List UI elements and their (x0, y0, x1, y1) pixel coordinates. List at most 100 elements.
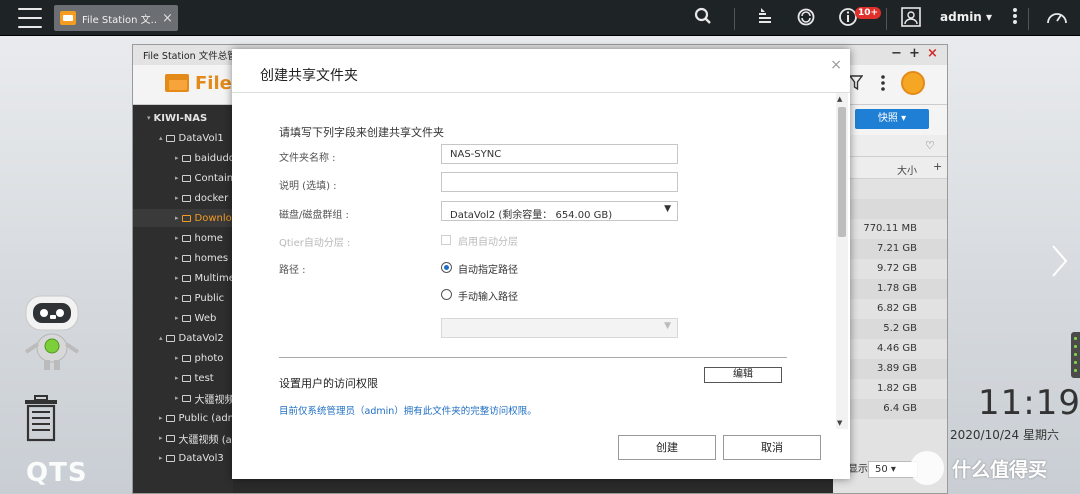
close-window-icon[interactable]: × (927, 46, 938, 61)
taskbar-tab-title: File Station 文... (82, 14, 158, 26)
manual-path-select[interactable]: ▼ (441, 318, 678, 338)
close-dialog-icon[interactable]: × (830, 57, 842, 73)
scroll-up-icon[interactable]: ▲ (837, 95, 842, 103)
folder-icon (181, 234, 191, 242)
table-row[interactable]: 3.89 GB (833, 359, 947, 379)
folder-name-input[interactable]: NAS-SYNC (441, 144, 678, 164)
tree-node[interactable]: ▸ baidudo (175, 149, 235, 167)
expand-arrow-icon: ▸ (175, 194, 179, 202)
tree-node[interactable]: ▸ docker (175, 189, 228, 207)
permission-section-title: 设置用户的访问权限 (279, 377, 378, 390)
shared-folder-icon (165, 434, 175, 442)
search-icon[interactable] (692, 7, 714, 29)
watermark-text: 什么值得买 (952, 459, 1048, 481)
cancel-button[interactable]: 取消 (723, 435, 821, 460)
edit-permission-button[interactable]: 编辑 (704, 367, 782, 383)
expand-arrow-icon: ▸ (159, 434, 163, 442)
page-size-label: 显示 (848, 464, 868, 475)
tree-node[interactable]: ▸ 大疆视频 (ad (159, 429, 238, 447)
user-menu[interactable]: admin ▾ (940, 10, 992, 24)
minimize-icon[interactable]: − (891, 46, 902, 61)
tree-node[interactable]: ▸ photo (175, 349, 223, 367)
favorite-icon[interactable]: ♡ (925, 139, 935, 152)
more-options-icon[interactable] (881, 75, 885, 95)
trash-icon[interactable] (22, 394, 60, 442)
table-row[interactable]: 7.21 GB (833, 239, 947, 259)
next-desktop-icon[interactable] (1050, 244, 1068, 278)
desktop-clock: 11:19 (978, 383, 1080, 423)
maximize-icon[interactable]: + (909, 46, 920, 61)
table-row[interactable] (833, 179, 947, 199)
tree-node[interactable]: ▸ Web (175, 309, 216, 327)
dialog-intro: 请填写下列字段来创建共享文件夹 (279, 126, 444, 139)
table-row[interactable]: 6.4 GB (833, 399, 947, 419)
create-button[interactable]: 创建 (618, 435, 716, 460)
scroll-thumb[interactable] (838, 107, 846, 237)
filter-icon[interactable] (848, 75, 864, 95)
expand-arrow-icon: ▸ (175, 354, 179, 362)
expand-arrow-icon: ▸ (175, 274, 179, 282)
volume-icon (165, 134, 175, 142)
path-auto-radio[interactable] (441, 262, 452, 273)
background-tasks-icon[interactable] (754, 7, 776, 29)
folder-icon (181, 214, 191, 222)
size-column-header[interactable]: 大小 (897, 162, 917, 177)
dialog-divider (232, 92, 850, 93)
tree-node[interactable]: ▸ test (175, 369, 214, 387)
table-row[interactable] (833, 199, 947, 219)
folder-icon (181, 354, 191, 362)
tree-node[interactable]: ▾ KIWI-NAS (147, 109, 207, 127)
folder-icon (181, 394, 191, 402)
dialog-scrollbar[interactable]: ▲ ▼ (836, 93, 848, 429)
table-row[interactable]: 770.11 MB (833, 219, 947, 239)
tree-node[interactable]: ▸ 大疆视频 (175, 389, 235, 407)
table-row[interactable]: 6.82 GB (833, 299, 947, 319)
table-row[interactable]: 1.82 GB (833, 379, 947, 399)
tree-node[interactable]: ▸ home (175, 229, 223, 247)
sync-icon[interactable] (795, 7, 817, 29)
expand-arrow-icon: ▸ (175, 254, 179, 262)
smart-file-filter-icon[interactable] (901, 71, 925, 95)
disk-select[interactable]: DataVol2 (剩余容量： 654.00 GB) ▼ (441, 201, 678, 221)
dashboard-icon[interactable] (1046, 7, 1068, 29)
tree-node[interactable]: ▴ DataVol1 (159, 129, 224, 147)
path-label: 路径 : (279, 265, 306, 276)
table-row[interactable]: 9.72 GB (833, 259, 947, 279)
section-divider (279, 357, 787, 358)
close-tab-icon[interactable]: × (162, 11, 173, 26)
user-avatar-icon[interactable] (900, 7, 922, 29)
taskbar-tab-filestation[interactable]: File Station 文... × (54, 5, 178, 31)
qtier-checkbox-label: 启用自动分层 (458, 237, 518, 248)
tree-node[interactable]: ▸ Public (175, 289, 224, 307)
tree-node[interactable]: ▸ Multime (175, 269, 235, 287)
tree-node[interactable]: ▸ homes (175, 249, 228, 267)
dropdown-caret-icon: ▼ (664, 321, 671, 331)
collapse-arrow-icon: ▾ (147, 114, 151, 122)
helpdesk-robot-icon[interactable] (18, 294, 86, 372)
folder-icon (181, 174, 191, 182)
folder-tree: ▾ KIWI-NAS ▴ DataVol1 ▸ baidudo ▸ Contain ▸ d… (133, 105, 238, 493)
more-options-icon[interactable] (1004, 7, 1026, 29)
table-row[interactable]: 4.46 GB (833, 339, 947, 359)
main-menu-icon[interactable] (18, 8, 42, 28)
add-column-icon[interactable]: + (933, 160, 942, 173)
description-input[interactable] (441, 172, 678, 192)
tree-node-selected[interactable]: ▸ Downlo (133, 209, 233, 227)
scroll-down-icon[interactable]: ▼ (837, 419, 842, 427)
create-shared-folder-dialog: 创建共享文件夹 × ▲ ▼ 请填写下列字段来创建共享文件夹 文件夹名称 : NA… (232, 49, 850, 479)
desktop-date: 2020/10/24 星期六 (950, 428, 1059, 442)
expand-arrow-icon: ▸ (175, 294, 179, 302)
table-row[interactable]: 5.2 GB (833, 319, 947, 339)
folder-name-label: 文件夹名称 : (279, 153, 336, 164)
path-manual-radio[interactable] (441, 289, 452, 300)
qtier-checkbox[interactable] (441, 235, 451, 245)
tree-node[interactable]: ▸ DataVol3 (159, 449, 224, 467)
resource-monitor-tab[interactable] (1071, 332, 1080, 378)
shared-folder-icon (165, 414, 175, 422)
snapshot-button[interactable]: 快照 ▾ (855, 109, 929, 129)
tree-node[interactable]: ▸ Public (adm (159, 409, 237, 427)
tree-node[interactable]: ▸ Contain (175, 169, 233, 187)
folder-icon (181, 254, 191, 262)
tree-node[interactable]: ▴ DataVol2 (159, 329, 224, 347)
table-row[interactable]: 1.78 GB (833, 279, 947, 299)
